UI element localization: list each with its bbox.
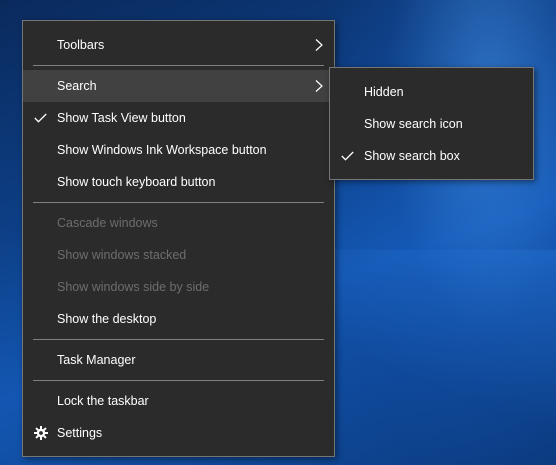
desktop-light-streak	[330, 250, 556, 465]
submenu-item-show-search-box[interactable]: Show search box	[330, 140, 533, 172]
chevron-right-icon	[314, 29, 324, 61]
menu-separator	[33, 339, 324, 340]
menu-item-show-the-desktop[interactable]: Show the desktop	[23, 303, 334, 335]
menu-item-label: Cascade windows	[57, 216, 158, 230]
menu-item-label: Settings	[57, 426, 103, 440]
menu-item-label: Show windows side by side	[57, 280, 210, 294]
submenu-item-hidden[interactable]: Hidden	[330, 76, 533, 108]
menu-item-cascade-windows: Cascade windows	[23, 207, 334, 239]
menu-item-label: Search	[57, 79, 97, 93]
menu-item-settings[interactable]: Settings	[23, 417, 334, 449]
menu-item-label: Show Task View button	[57, 111, 186, 125]
menu-item-show-touch-keyboard-button[interactable]: Show touch keyboard button	[23, 166, 334, 198]
menu-item-label: Task Manager	[57, 353, 136, 367]
chevron-right-icon	[314, 70, 324, 102]
menu-item-label: Show windows stacked	[57, 248, 187, 262]
submenu-item-show-search-icon[interactable]: Show search icon	[330, 108, 533, 140]
menu-item-show-windows-stacked: Show windows stacked	[23, 239, 334, 271]
menu-item-label: Show the desktop	[57, 312, 157, 326]
menu-separator	[33, 202, 324, 203]
menu-item-lock-the-taskbar[interactable]: Lock the taskbar	[23, 385, 334, 417]
gear-icon	[33, 417, 49, 449]
checkmark-icon	[340, 140, 356, 172]
menu-item-label: Toolbars	[57, 38, 105, 52]
menu-item-search[interactable]: Search	[23, 70, 334, 102]
taskbar-context-menu: Toolbars Search Show Task View button Sh…	[22, 20, 335, 457]
checkmark-icon	[33, 102, 49, 134]
menu-separator	[33, 65, 324, 66]
search-submenu: Hidden Show search icon Show search box	[329, 67, 534, 180]
menu-item-label: Show search icon	[364, 117, 463, 131]
menu-item-label: Show search box	[364, 149, 460, 163]
menu-item-label: Show touch keyboard button	[57, 175, 216, 189]
menu-item-show-windows-side-by-side: Show windows side by side	[23, 271, 334, 303]
menu-item-task-manager[interactable]: Task Manager	[23, 344, 334, 376]
menu-item-show-windows-ink-workspace-button[interactable]: Show Windows Ink Workspace button	[23, 134, 334, 166]
menu-item-toolbars[interactable]: Toolbars	[23, 29, 334, 61]
menu-separator	[33, 380, 324, 381]
menu-item-show-task-view-button[interactable]: Show Task View button	[23, 102, 334, 134]
menu-item-label: Hidden	[364, 85, 404, 99]
menu-item-label: Lock the taskbar	[57, 394, 149, 408]
menu-item-label: Show Windows Ink Workspace button	[57, 143, 267, 157]
